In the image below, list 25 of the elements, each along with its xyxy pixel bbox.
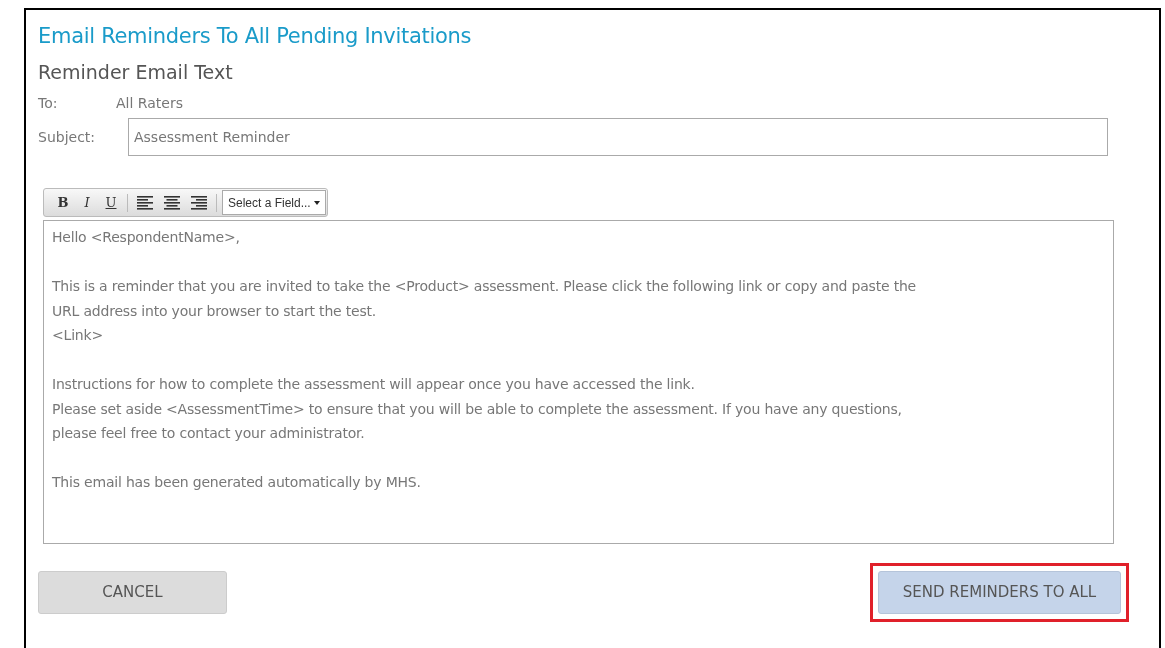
align-center-icon[interactable] [164, 195, 180, 210]
email-text-line: Please set aside <AssessmentTime> to ensure that you will be able to complete the assessment. If you have any questions, [52, 399, 903, 419]
subject-field[interactable]: Assessment Reminder [128, 118, 1108, 156]
email-text-line: please feel free to contact your administrator. [52, 424, 366, 443]
email-text-line: URL address into your browser to start the test. [52, 301, 378, 321]
align-right-icon[interactable] [191, 195, 207, 210]
field-value: All Raters [116, 94, 183, 113]
format-button[interactable]: B [52, 191, 74, 214]
field-dropdown[interactable]: Select a Field... [222, 190, 326, 215]
caret-icon [313, 200, 320, 205]
field-label: To: [38, 94, 59, 113]
format-button[interactable]: U [100, 191, 122, 214]
section-heading: Reminder Email Text [38, 60, 234, 84]
dialog-title: Email Reminders To All Pending Invitations [38, 24, 473, 48]
format-button[interactable]: I [76, 191, 98, 214]
send-reminders-button[interactable]: SEND REMINDERS TO ALL [878, 571, 1121, 614]
email-text-line: Hello <RespondentName>, [52, 228, 241, 247]
email-text-line: Instructions for how to complete the assessment will appear once you have accessed the link. [52, 375, 696, 394]
email-text-line: This is a reminder that you are invited to take the <Product> assessment. Please click the following link or copy and paste the [52, 277, 917, 296]
email-text-line: This email has been generated automatically by MHS. [52, 473, 422, 492]
field-label: Subject: [38, 127, 97, 147]
email-text-line: <Link> [52, 326, 104, 345]
align-left-icon[interactable] [137, 195, 153, 210]
email-body-field[interactable] [43, 220, 1114, 544]
cancel-button[interactable]: CANCEL [38, 571, 227, 614]
